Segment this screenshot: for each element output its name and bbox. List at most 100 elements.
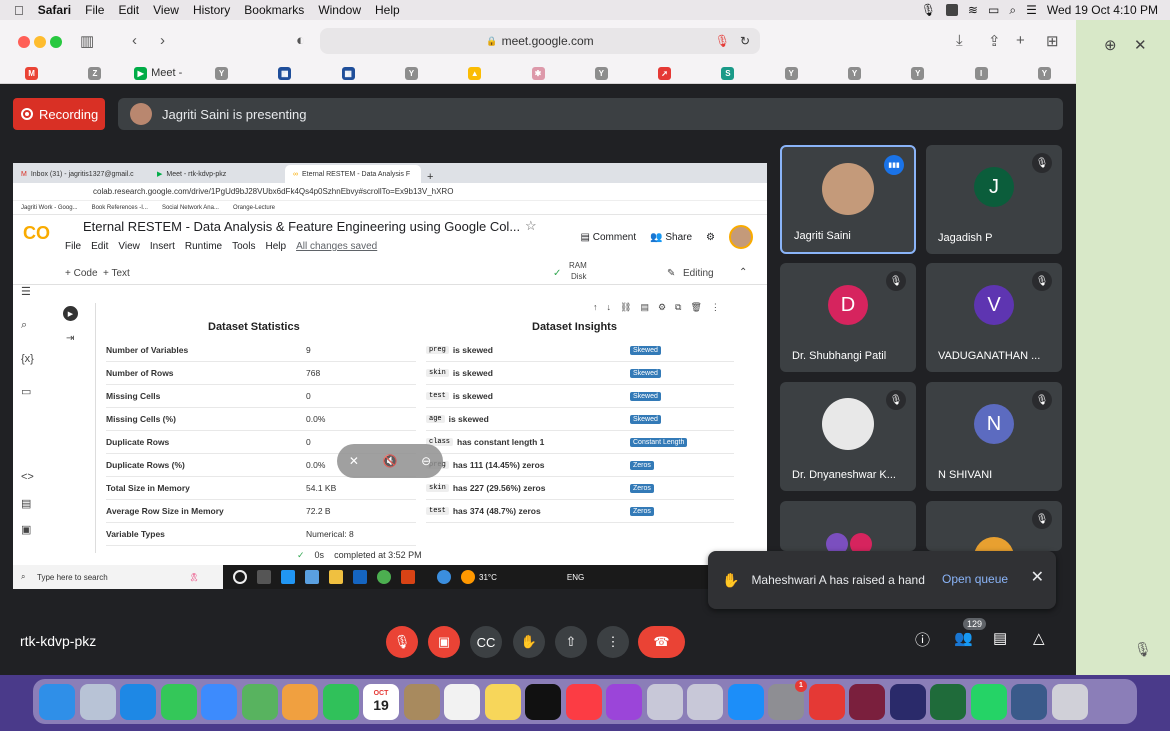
people-icon[interactable]: 👥 — [954, 629, 973, 647]
wps-icon[interactable] — [808, 683, 845, 720]
appstore-icon[interactable] — [727, 683, 764, 720]
collapse-chevron-icon[interactable]: ⌃ — [739, 267, 747, 278]
menu-app-name[interactable]: Safari — [38, 3, 71, 17]
favorite-item[interactable]: S — [696, 66, 759, 80]
favorite-item[interactable]: I — [949, 66, 1012, 80]
end-call-button[interactable]: ☎ — [638, 626, 685, 658]
edge-icon[interactable] — [281, 570, 295, 584]
share-button[interactable]: 👥 Share — [650, 232, 692, 243]
favorite-item[interactable]: Y — [823, 66, 886, 80]
bookmark-item[interactable]: Orange-Lecture — [233, 205, 275, 211]
favorite-item[interactable]: Z — [63, 66, 126, 80]
camera-off-button[interactable]: ▣ — [428, 626, 460, 658]
browser-address-bar[interactable]: colab.research.google.com/drive/1PgUd9bJ… — [13, 183, 767, 201]
add-text-button[interactable]: + Text — [103, 268, 130, 279]
favorite-item[interactable]: ➚ — [633, 66, 696, 80]
search-icon[interactable]: ⌕ — [1009, 3, 1016, 18]
back-icon[interactable]: ‹ — [132, 32, 137, 49]
comment-button[interactable]: ▤ Comment — [581, 232, 637, 243]
settings-gear-icon[interactable]: ⚙ — [706, 232, 715, 243]
bookmark-item[interactable]: Jagriti Work - Goog... — [21, 205, 78, 211]
nb-menu-edit[interactable]: Edit — [91, 241, 108, 252]
pin-off-icon[interactable]: ✕ — [349, 454, 359, 468]
bookmark-item[interactable]: Book References -I... — [92, 205, 148, 211]
mic-off-button[interactable]: 🎙 — [386, 626, 418, 658]
favorite-item[interactable]: M — [0, 66, 63, 80]
new-tab-icon[interactable]: + — [1016, 32, 1025, 49]
finder-icon[interactable] — [39, 683, 75, 720]
download-icon[interactable]: ⤓ — [956, 32, 963, 49]
mic-status-icon[interactable]: 🎙 — [921, 3, 936, 17]
task-view-icon[interactable] — [233, 570, 247, 584]
menu-help[interactable]: Help — [375, 3, 400, 17]
nb-menu-tools[interactable]: Tools — [232, 241, 255, 252]
forward-icon[interactable]: › — [160, 32, 165, 49]
favorite-item[interactable]: ▶ Meet - — [127, 66, 190, 80]
files-icon[interactable]: ▭ — [21, 385, 31, 398]
control-center-icon[interactable]: ☰ — [1026, 3, 1037, 17]
browser-tab-meet[interactable]: ▶ Meet - rtk-kdvp-pkz — [149, 165, 285, 183]
editing-mode[interactable]: Editing — [683, 268, 714, 279]
favorite-item[interactable]: ▦ — [253, 66, 316, 80]
more-options-button[interactable]: ⋮ — [597, 626, 629, 658]
url-bar[interactable]: 🔒 meet.google.com 🎙 ↻ — [320, 28, 760, 54]
favorite-item[interactable]: ▲ — [443, 66, 506, 80]
nb-menu-runtime[interactable]: Runtime — [185, 241, 222, 252]
raise-hand-button[interactable]: ✋ — [513, 626, 545, 658]
whatsapp-icon[interactable] — [970, 683, 1007, 720]
chat-icon[interactable]: ▤ — [993, 629, 1007, 647]
terminal-icon[interactable]: ▣ — [21, 523, 31, 536]
favorite-item[interactable]: Y — [570, 66, 633, 80]
nb-menu-view[interactable]: View — [118, 241, 140, 252]
document-icon[interactable] — [1011, 683, 1047, 720]
mic-icon[interactable]: 🎙 — [1134, 641, 1152, 658]
share-icon[interactable]: ⇪ — [988, 32, 1001, 50]
app-icon[interactable] — [305, 570, 319, 584]
weather-icon[interactable] — [461, 570, 475, 584]
favorite-item[interactable]: Y — [190, 66, 253, 80]
language-indicator[interactable]: ENG — [567, 573, 584, 582]
close-window-button[interactable] — [18, 36, 30, 48]
nb-menu-insert[interactable]: Insert — [150, 241, 175, 252]
chrome-icon[interactable] — [377, 570, 391, 584]
participant-tile[interactable]: D 🎙 Dr. Shubhangi Patil — [780, 263, 916, 372]
tab-overview-icon[interactable]: ⊞ — [1046, 32, 1059, 50]
open-queue-button[interactable]: Open queue — [942, 572, 1008, 586]
participant-tile[interactable]: V 🎙 VADUGANATHAN ... — [926, 263, 1062, 372]
windows-search[interactable]: ⌕ Type here to search 🎗 — [13, 565, 223, 589]
participant-tile[interactable]: J 🎙 Jagadish P — [926, 145, 1062, 254]
favorite-item[interactable]: ▦ — [316, 66, 379, 80]
music-icon[interactable] — [565, 683, 602, 720]
reload-icon[interactable]: ↻ — [740, 34, 750, 48]
nb-menu-file[interactable]: File — [65, 241, 81, 252]
bookmark-item[interactable]: Social Network Ana... — [162, 205, 219, 211]
favorite-item[interactable]: Y — [380, 66, 443, 80]
participant-tile[interactable]: 🎙 Dr. Dnyaneshwar K... — [780, 382, 916, 491]
privacy-shield-icon[interactable]: ◐ — [296, 32, 305, 49]
run-cell-icon[interactable]: ▶ — [63, 306, 78, 321]
maps-icon[interactable] — [241, 683, 278, 720]
settings-icon[interactable]: 1 — [768, 679, 807, 720]
podcasts-icon[interactable] — [606, 683, 642, 720]
close-icon[interactable]: ✕ — [1134, 36, 1147, 54]
favorite-item[interactable]: Y — [886, 66, 949, 80]
word-icon[interactable] — [353, 570, 367, 584]
calendar-icon[interactable]: OCT 19 — [363, 683, 399, 720]
new-tab-icon[interactable]: + — [427, 171, 433, 183]
participant-tile[interactable]: ▮▮▮ Jagriti Saini — [780, 145, 916, 254]
close-icon[interactable]: ✕ — [1031, 567, 1044, 587]
tv-icon[interactable] — [525, 683, 561, 720]
app-green-icon[interactable] — [930, 683, 966, 720]
saved-status[interactable]: All changes saved — [296, 241, 377, 252]
menu-bookmarks[interactable]: Bookmarks — [244, 3, 304, 17]
temperature[interactable]: 31°C — [479, 573, 497, 582]
menu-history[interactable]: History — [193, 3, 230, 17]
menubar-app-icon[interactable] — [945, 4, 958, 16]
participant-tile[interactable] — [780, 501, 916, 551]
menu-file[interactable]: File — [85, 3, 104, 17]
menubar-datetime[interactable]: Wed 19 Oct 4:10 PM — [1047, 3, 1158, 17]
safari-icon[interactable] — [120, 683, 156, 720]
powerpoint-icon[interactable] — [401, 570, 415, 584]
code-snippets-icon[interactable]: <> — [21, 471, 34, 483]
wifi-icon[interactable]: ≋ — [968, 3, 978, 17]
